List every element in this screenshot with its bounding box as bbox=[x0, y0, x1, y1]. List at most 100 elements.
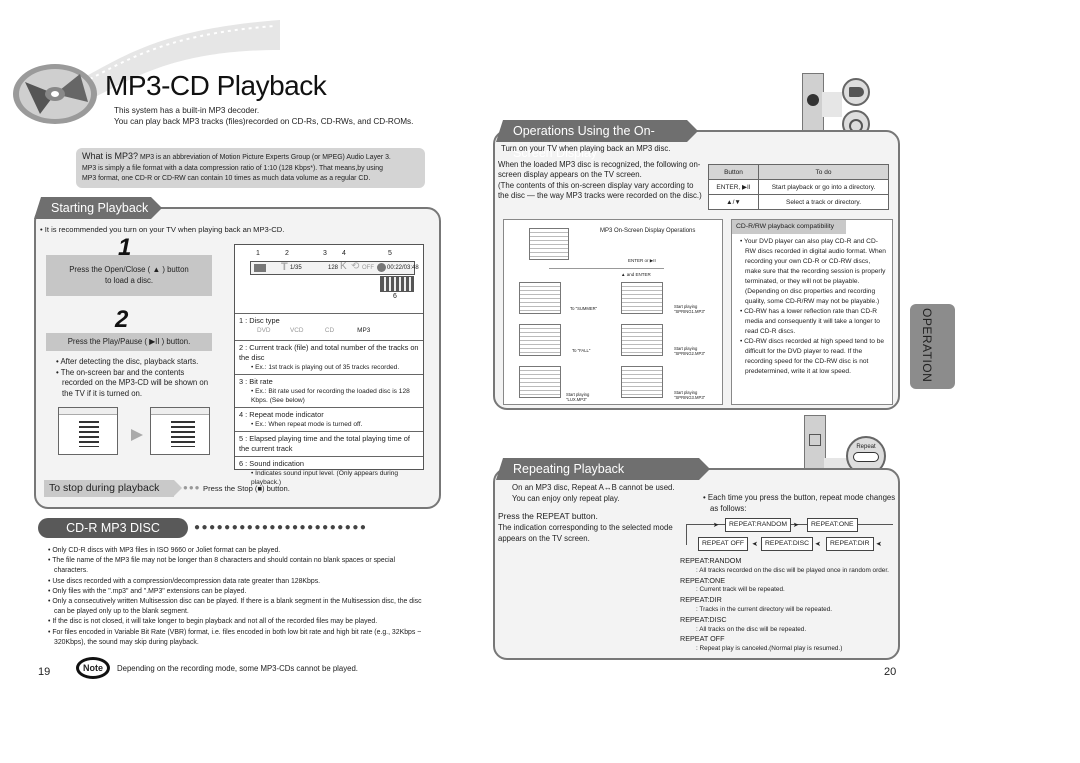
result-label: To "SUMMER" bbox=[570, 306, 598, 311]
repeat-mode-dir: REPEAT:DIR bbox=[826, 537, 874, 551]
legend-sub: • Ex.: When repeat mode is turned off. bbox=[251, 421, 363, 428]
connector-line bbox=[549, 268, 664, 269]
callout-connector bbox=[822, 92, 842, 117]
legend-num: 6 bbox=[239, 459, 244, 468]
osd-bar-illustration: 1 2 3 4 5 T 1/35 128 K ⟲ OFF 00:22/03:48… bbox=[235, 245, 423, 313]
disc-type-mp3: MP3 bbox=[357, 327, 371, 334]
repeat-indication-text: The indication corresponding to the sele… bbox=[498, 523, 673, 543]
step-2-box: Press the Play/Pause ( ▶II ) button. bbox=[46, 333, 212, 351]
stop-during-playback-label: To stop during playback bbox=[44, 480, 182, 497]
tv-tip: • It is recommended you turn on your TV … bbox=[40, 225, 285, 234]
repeat-button-icon bbox=[853, 452, 879, 462]
compatibility-bullet: • CD-RW discs recorded at high speed ten… bbox=[740, 338, 885, 375]
arrow-icon: ➤ bbox=[876, 541, 882, 548]
on-screen-bar-legend: 1 2 3 4 5 T 1/35 128 K ⟲ OFF 00:22/03:48… bbox=[234, 244, 424, 486]
cdr-bullet: • Only files with the ".mp3" and ".MP3" … bbox=[48, 587, 247, 595]
callout-2: 2 bbox=[285, 250, 289, 257]
callout-1: 1 bbox=[256, 250, 260, 257]
step-2-number: 2 bbox=[115, 306, 129, 333]
tv-screen-after bbox=[150, 407, 210, 455]
step-2-notes: • After detecting the disc, playback sta… bbox=[56, 357, 216, 399]
table-header: To do bbox=[758, 164, 889, 180]
legend-title: Current track (file) and total number of… bbox=[239, 343, 419, 362]
diagram-title: MP3 On-Screen Display Operations bbox=[600, 228, 696, 234]
arrow-icon: ➤ bbox=[752, 541, 758, 548]
repeat-mode-name: REPEAT:RANDOM bbox=[680, 556, 742, 565]
cdr-bullet: • For files encoded in Variable Bit Rate… bbox=[48, 628, 422, 646]
callout-6: 6 bbox=[393, 293, 397, 300]
page-title: MP3-CD Playback bbox=[105, 70, 327, 101]
repeat-mode-desc: : Tracks in the current directory will b… bbox=[696, 605, 833, 613]
repeat-mode-name: REPEAT:ONE bbox=[680, 575, 725, 585]
repeat-mode-off: REPEAT OFF bbox=[698, 537, 749, 551]
sound-level-indicator bbox=[380, 276, 414, 292]
diagram-screen bbox=[529, 228, 569, 260]
legend-title: Repeat mode indicator bbox=[249, 410, 324, 419]
result-label: Start playing "SPRING1.MP3" bbox=[674, 304, 706, 314]
repeat-mode-one: REPEAT:ONE bbox=[807, 518, 858, 532]
repeat-icon: ⟲ bbox=[351, 261, 360, 272]
table-row: ENTER, ▶II Start playback or go into a d… bbox=[708, 179, 889, 195]
operation-side-tab: OPERATION bbox=[910, 304, 955, 389]
cdr-mp3-disc-tab: CD-R MP3 DISC bbox=[38, 518, 188, 538]
repeat-mode-name: REPEAT:DISC bbox=[680, 614, 727, 624]
legend-title: Elapsed playing time and the total playi… bbox=[239, 434, 410, 453]
legend-row-4: 4 : Repeat mode indicator • Ex.: When re… bbox=[235, 407, 423, 431]
side-tab-label: OPERATION bbox=[920, 308, 934, 383]
note-text: Depending on the recording mode, some MP… bbox=[117, 664, 358, 673]
table-cell: Start playback or go into a directory. bbox=[758, 179, 889, 195]
cdr-bullet-list: • Only CD-R discs with MP3 files in ISO … bbox=[48, 546, 428, 648]
step-2-text: Press the Play/Pause ( ▶II ) button. bbox=[67, 337, 191, 346]
diagram-screen bbox=[519, 282, 561, 314]
mp3-disc-icon bbox=[254, 264, 266, 272]
repeat-intro: On an MP3 disc, Repeat A↔B cannot be use… bbox=[512, 483, 675, 504]
starting-playback-tab: Starting Playback bbox=[34, 197, 162, 219]
dots-separator: ●●●●●●●●●●●●●●●●●●●●●●● bbox=[194, 522, 368, 533]
legend-row-3: 3 : Bit rate • Ex.: Bit rate used for re… bbox=[235, 374, 423, 407]
what-is-mp3-label: What is MP3? bbox=[82, 151, 139, 161]
operations-para-2: (The contents of this on-screen display … bbox=[498, 180, 702, 200]
intro-line: This system has a built-in MP3 decoder. bbox=[114, 106, 260, 115]
callout-4: 4 bbox=[342, 250, 346, 257]
cdr-bullet: • Only a consecutively written Multisess… bbox=[48, 598, 422, 616]
repeat-mode-desc: : Current track will be repeated. bbox=[696, 586, 785, 594]
repeat-mode-desc: : All tracks recorded on the disc will b… bbox=[696, 566, 889, 574]
what-is-mp3-box: What is MP3? MP3 is an abbreviation of M… bbox=[76, 148, 425, 188]
repeat-mode-desc: : Repeat play is canceled.(Normal play i… bbox=[696, 645, 843, 653]
cd-rw-compatibility-box: CD-R/RW playback compatibility • Your DV… bbox=[731, 219, 893, 405]
repeat-callout-label: Repeat bbox=[856, 444, 876, 450]
cd-disc-icon bbox=[13, 64, 97, 124]
disc-type-cd: CD bbox=[324, 327, 335, 334]
arrow-icon: ➤ bbox=[793, 522, 799, 529]
tv-screen-before bbox=[58, 407, 118, 455]
diagram-screen bbox=[621, 366, 663, 398]
play-pause-button-callout bbox=[842, 78, 870, 106]
table-row: ▲/▼ Select a track or directory. bbox=[708, 194, 889, 210]
cdr-bullet: • Use discs recorded with a compression/… bbox=[48, 577, 321, 585]
page-number-right: 20 bbox=[884, 666, 897, 678]
clock-icon bbox=[377, 263, 386, 272]
step-1-text: to load a disc. bbox=[104, 276, 154, 285]
step-2-note: • The on-screen bar and the contents rec… bbox=[56, 367, 209, 398]
compatibility-title: CD-R/RW playback compatibility bbox=[732, 220, 846, 234]
remote-dpad-icon bbox=[809, 434, 821, 446]
arrow-icon: ➤ bbox=[815, 541, 821, 548]
legend-sub: • Ex.: 1st track is playing out of 35 tr… bbox=[251, 364, 400, 371]
diagram-screen bbox=[519, 366, 561, 398]
diagram-screen bbox=[621, 324, 663, 356]
intro-text: This system has a built-in MP3 decoder. … bbox=[114, 105, 413, 127]
disc-type-vcd: VCD bbox=[290, 327, 304, 334]
legend-row-2: 2 : Current track (file) and total numbe… bbox=[235, 340, 423, 374]
legend-num: 3 bbox=[239, 377, 244, 386]
callout-3: 3 bbox=[323, 250, 327, 257]
legend-num: 5 bbox=[239, 434, 244, 443]
note-icon: Note bbox=[76, 657, 110, 679]
table-cell: Select a track or directory. bbox=[758, 194, 889, 210]
table-header: Button bbox=[708, 164, 759, 180]
result-label: Start playing "SPRING3.MP3" bbox=[674, 390, 706, 400]
step-1-box: Press the Open/Close ( ▲ ) button to loa… bbox=[46, 255, 212, 296]
osd-repeat: OFF bbox=[362, 265, 374, 271]
page-number-left: 19 bbox=[38, 666, 51, 678]
what-is-text: MP3 format, one CD-R or CD-RW can contai… bbox=[82, 175, 371, 182]
osd-bar: T 1/35 128 K ⟲ OFF 00:22/03:48 bbox=[250, 261, 419, 275]
